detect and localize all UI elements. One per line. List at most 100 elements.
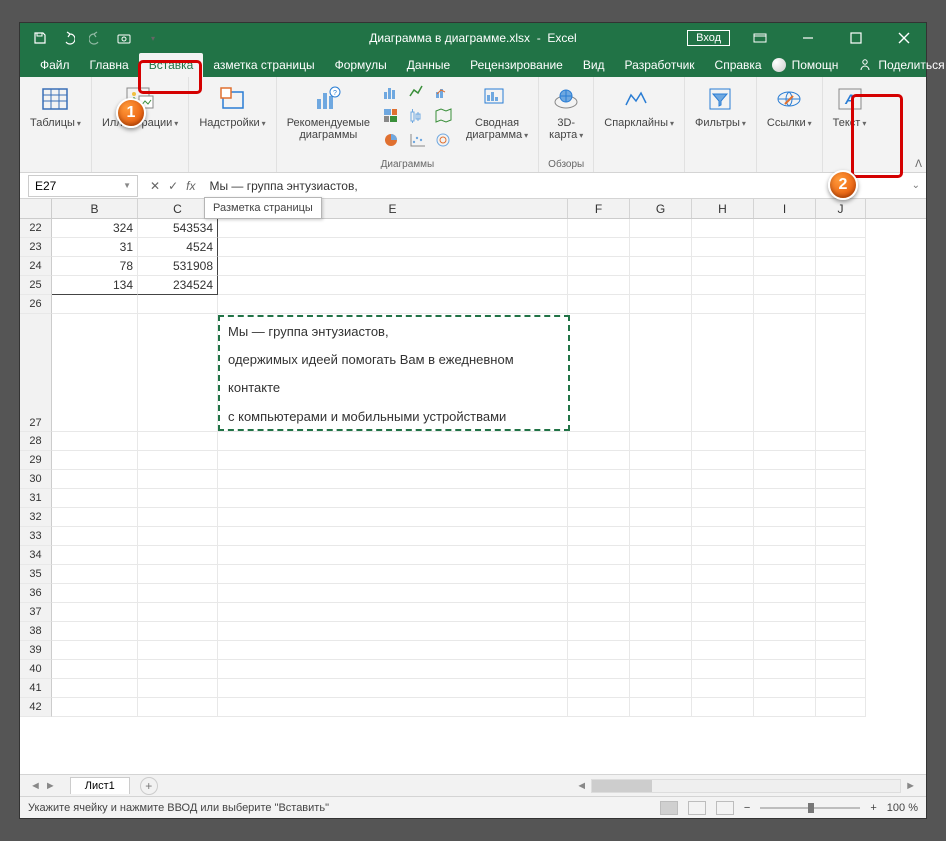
cell[interactable]	[692, 489, 754, 508]
zoom-in-icon[interactable]: +	[870, 802, 876, 814]
cell[interactable]	[754, 451, 816, 470]
tab-home[interactable]: Главна	[80, 53, 139, 77]
cell[interactable]	[568, 314, 630, 432]
page-layout-view-icon[interactable]	[688, 801, 706, 815]
scatter-chart-icon[interactable]	[406, 129, 430, 151]
row-header[interactable]: 27	[20, 314, 52, 432]
cell[interactable]	[816, 641, 866, 660]
row-header[interactable]: 41	[20, 679, 52, 698]
cell[interactable]	[754, 314, 816, 432]
login-button[interactable]: Вход	[687, 30, 730, 46]
cell[interactable]: 4524	[138, 238, 218, 257]
cell[interactable]	[754, 546, 816, 565]
row-header[interactable]: 36	[20, 584, 52, 603]
cell[interactable]	[138, 622, 218, 641]
row-header[interactable]: 29	[20, 451, 52, 470]
zoom-slider[interactable]	[760, 807, 860, 809]
confirm-edit-icon[interactable]: ✓	[168, 179, 178, 193]
cell[interactable]	[692, 257, 754, 276]
bar-chart-icon[interactable]	[380, 81, 404, 103]
filters-button[interactable]: Фильтры	[691, 81, 750, 132]
cell[interactable]	[568, 660, 630, 679]
tab-developer[interactable]: Разработчик	[615, 53, 705, 77]
cell[interactable]	[692, 622, 754, 641]
cell[interactable]	[630, 257, 692, 276]
cell[interactable]	[630, 622, 692, 641]
col-header[interactable]: B	[52, 199, 138, 218]
cell[interactable]	[630, 546, 692, 565]
row-header[interactable]: 24	[20, 257, 52, 276]
cell[interactable]	[568, 432, 630, 451]
cell[interactable]	[754, 295, 816, 314]
redo-icon[interactable]	[88, 30, 104, 46]
col-header[interactable]: J	[816, 199, 866, 218]
row-header[interactable]: 35	[20, 565, 52, 584]
cell[interactable]	[138, 432, 218, 451]
expand-formula-bar-icon[interactable]: ⌄	[912, 180, 920, 191]
cell[interactable]	[138, 508, 218, 527]
cell[interactable]	[52, 470, 138, 489]
cell[interactable]	[218, 219, 568, 238]
cell[interactable]	[692, 238, 754, 257]
cell[interactable]	[754, 219, 816, 238]
cell[interactable]	[218, 489, 568, 508]
cell[interactable]	[568, 565, 630, 584]
cell[interactable]	[568, 679, 630, 698]
cell[interactable]	[52, 314, 138, 432]
cell[interactable]	[52, 565, 138, 584]
cell[interactable]: 324	[52, 219, 138, 238]
cell[interactable]	[816, 508, 866, 527]
cell[interactable]	[138, 603, 218, 622]
cell[interactable]	[568, 295, 630, 314]
cell[interactable]	[630, 565, 692, 584]
cell[interactable]	[138, 698, 218, 717]
scroll-right-icon[interactable]: ►	[901, 780, 920, 792]
cell[interactable]	[630, 489, 692, 508]
cell[interactable]	[816, 432, 866, 451]
cell[interactable]	[630, 527, 692, 546]
text-box[interactable]: Мы — группа энтузиастов, одержимых идеей…	[218, 315, 570, 431]
map-chart-icon[interactable]	[432, 105, 456, 127]
cell[interactable]	[630, 219, 692, 238]
cell[interactable]	[692, 679, 754, 698]
cell[interactable]	[52, 527, 138, 546]
undo-icon[interactable]	[60, 30, 76, 46]
sparklines-button[interactable]: Спарклайны	[600, 81, 678, 132]
cell[interactable]	[816, 314, 866, 432]
camera-icon[interactable]	[116, 30, 132, 46]
cell[interactable]	[52, 295, 138, 314]
cell[interactable]	[692, 546, 754, 565]
row-header[interactable]: 40	[20, 660, 52, 679]
cell[interactable]	[754, 257, 816, 276]
cell[interactable]	[630, 698, 692, 717]
zoom-out-icon[interactable]: −	[744, 802, 750, 814]
cell[interactable]	[754, 527, 816, 546]
cell[interactable]	[568, 276, 630, 295]
cell[interactable]	[138, 489, 218, 508]
cell[interactable]	[52, 508, 138, 527]
cell[interactable]	[218, 622, 568, 641]
cell[interactable]	[568, 470, 630, 489]
save-icon[interactable]	[32, 30, 48, 46]
stats-chart-icon[interactable]	[406, 105, 430, 127]
cell[interactable]	[630, 641, 692, 660]
sheet-nav-next-icon[interactable]: ►	[45, 780, 56, 792]
cell[interactable]	[816, 546, 866, 565]
horizontal-scrollbar[interactable]: ◄ ►	[158, 779, 926, 793]
surface-chart-icon[interactable]	[432, 129, 456, 151]
row-header[interactable]: 30	[20, 470, 52, 489]
cell[interactable]	[218, 508, 568, 527]
cell[interactable]	[138, 295, 218, 314]
cell[interactable]	[816, 698, 866, 717]
cell[interactable]	[138, 660, 218, 679]
minimize-icon[interactable]	[790, 23, 826, 53]
cell[interactable]	[138, 584, 218, 603]
cell[interactable]	[816, 470, 866, 489]
cell[interactable]	[816, 489, 866, 508]
cell[interactable]	[754, 432, 816, 451]
cell[interactable]	[754, 508, 816, 527]
cell[interactable]	[754, 565, 816, 584]
select-all-corner[interactable]	[20, 199, 52, 218]
cell[interactable]	[816, 219, 866, 238]
cell[interactable]	[816, 565, 866, 584]
